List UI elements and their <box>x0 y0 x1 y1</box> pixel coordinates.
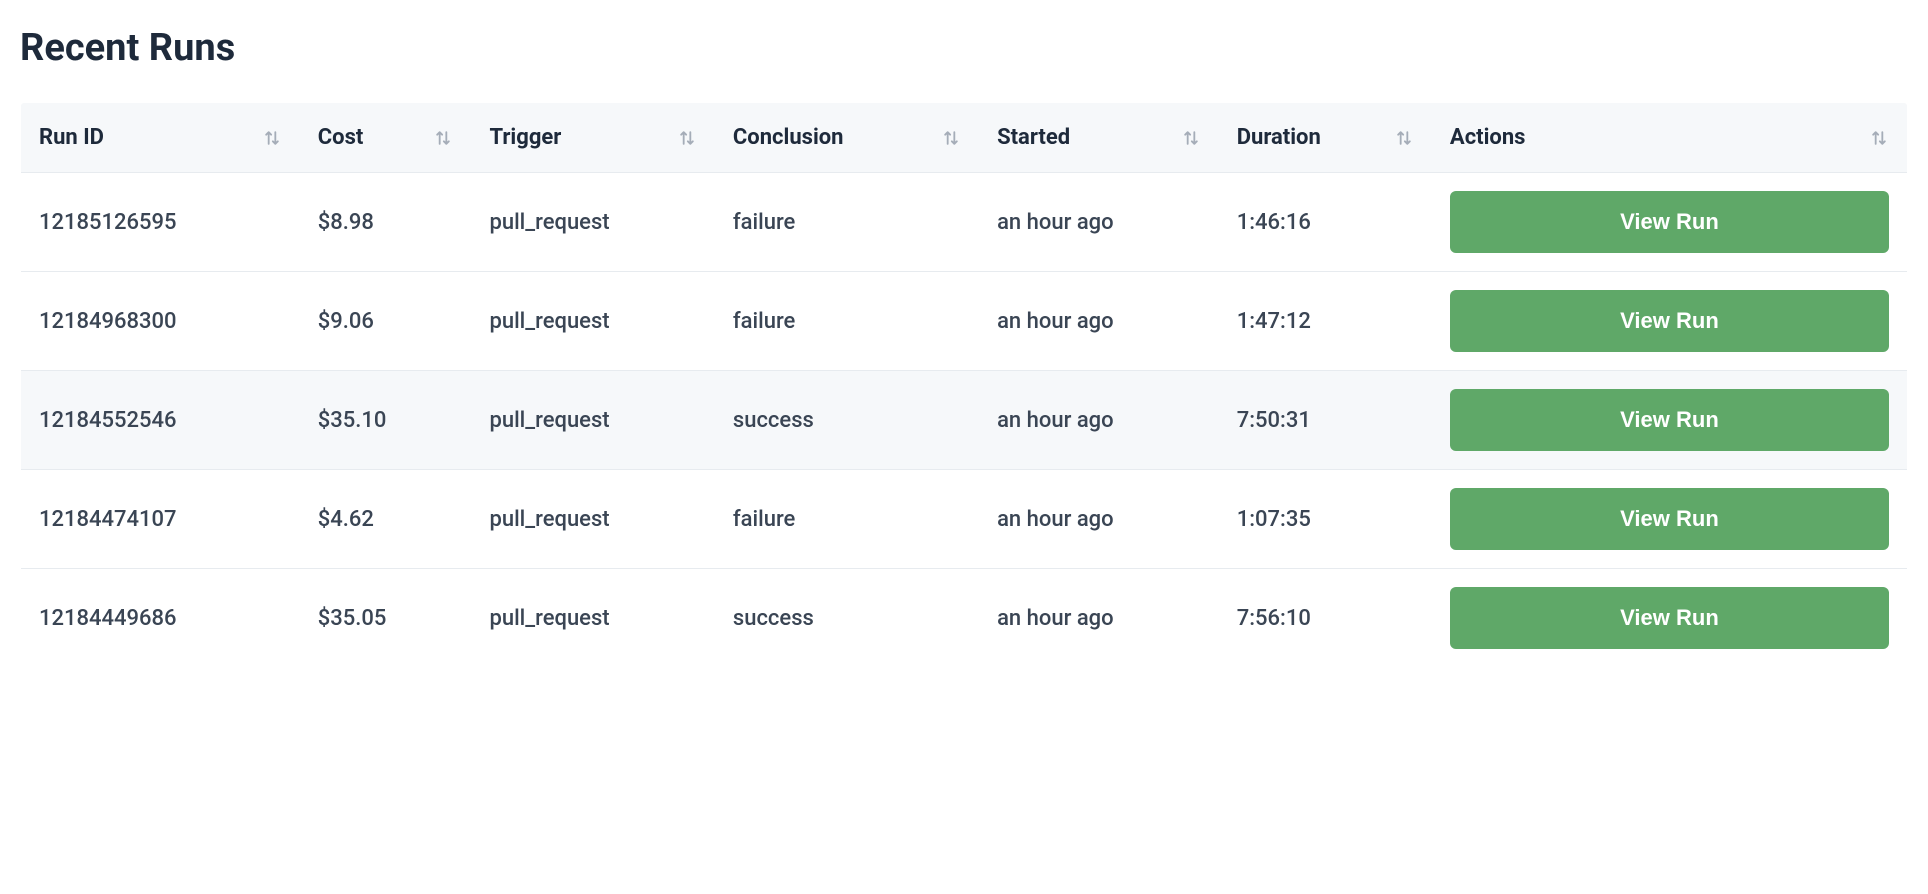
table-header-row: Run ID Cost Trigger <box>21 103 1908 173</box>
table-row: 12184552546 $35.10 pull_request success … <box>21 371 1908 470</box>
cell-started: an hour ago <box>979 371 1219 470</box>
column-header-actions[interactable]: Actions <box>1432 103 1908 173</box>
sort-icon[interactable] <box>677 128 697 148</box>
cell-actions: View Run <box>1432 173 1908 272</box>
view-run-button[interactable]: View Run <box>1450 389 1889 451</box>
cell-started: an hour ago <box>979 569 1219 668</box>
column-label: Actions <box>1450 125 1526 150</box>
cell-trigger: pull_request <box>471 470 714 569</box>
column-header-cost[interactable]: Cost <box>300 103 472 173</box>
column-label: Cost <box>318 125 364 150</box>
cell-duration: 1:07:35 <box>1219 470 1432 569</box>
cell-actions: View Run <box>1432 371 1908 470</box>
cell-conclusion: success <box>715 371 979 470</box>
cell-cost: $4.62 <box>300 470 472 569</box>
cell-conclusion: failure <box>715 173 979 272</box>
column-label: Duration <box>1237 125 1321 150</box>
cell-run-id: 12185126595 <box>21 173 300 272</box>
recent-runs-table: Run ID Cost Trigger <box>20 102 1908 668</box>
cell-conclusion: failure <box>715 470 979 569</box>
sort-icon[interactable] <box>1869 128 1889 148</box>
view-run-button[interactable]: View Run <box>1450 488 1889 550</box>
sort-icon[interactable] <box>433 128 453 148</box>
table-row: 12184449686 $35.05 pull_request success … <box>21 569 1908 668</box>
column-label: Started <box>997 125 1070 150</box>
column-header-trigger[interactable]: Trigger <box>471 103 714 173</box>
cell-cost: $35.10 <box>300 371 472 470</box>
cell-conclusion: failure <box>715 272 979 371</box>
cell-started: an hour ago <box>979 470 1219 569</box>
cell-cost: $8.98 <box>300 173 472 272</box>
cell-cost: $9.06 <box>300 272 472 371</box>
cell-run-id: 12184449686 <box>21 569 300 668</box>
cell-run-id: 12184552546 <box>21 371 300 470</box>
cell-cost: $35.05 <box>300 569 472 668</box>
cell-started: an hour ago <box>979 173 1219 272</box>
sort-icon[interactable] <box>1181 128 1201 148</box>
cell-trigger: pull_request <box>471 569 714 668</box>
sort-icon[interactable] <box>262 128 282 148</box>
view-run-button[interactable]: View Run <box>1450 290 1889 352</box>
sort-icon[interactable] <box>941 128 961 148</box>
cell-duration: 1:46:16 <box>1219 173 1432 272</box>
column-header-started[interactable]: Started <box>979 103 1219 173</box>
column-header-conclusion[interactable]: Conclusion <box>715 103 979 173</box>
cell-actions: View Run <box>1432 272 1908 371</box>
table-row: 12184968300 $9.06 pull_request failure a… <box>21 272 1908 371</box>
column-header-runid[interactable]: Run ID <box>21 103 300 173</box>
cell-trigger: pull_request <box>471 272 714 371</box>
view-run-button[interactable]: View Run <box>1450 587 1889 649</box>
cell-actions: View Run <box>1432 470 1908 569</box>
cell-duration: 1:47:12 <box>1219 272 1432 371</box>
cell-started: an hour ago <box>979 272 1219 371</box>
cell-run-id: 12184474107 <box>21 470 300 569</box>
column-label: Run ID <box>39 125 104 150</box>
cell-duration: 7:50:31 <box>1219 371 1432 470</box>
cell-actions: View Run <box>1432 569 1908 668</box>
column-label: Trigger <box>489 125 561 150</box>
cell-run-id: 12184968300 <box>21 272 300 371</box>
page-title: Recent Runs <box>20 26 1908 70</box>
cell-conclusion: success <box>715 569 979 668</box>
table-row: 12185126595 $8.98 pull_request failure a… <box>21 173 1908 272</box>
cell-trigger: pull_request <box>471 371 714 470</box>
view-run-button[interactable]: View Run <box>1450 191 1889 253</box>
table-row: 12184474107 $4.62 pull_request failure a… <box>21 470 1908 569</box>
sort-icon[interactable] <box>1394 128 1414 148</box>
cell-duration: 7:56:10 <box>1219 569 1432 668</box>
column-label: Conclusion <box>733 125 844 150</box>
cell-trigger: pull_request <box>471 173 714 272</box>
column-header-duration[interactable]: Duration <box>1219 103 1432 173</box>
